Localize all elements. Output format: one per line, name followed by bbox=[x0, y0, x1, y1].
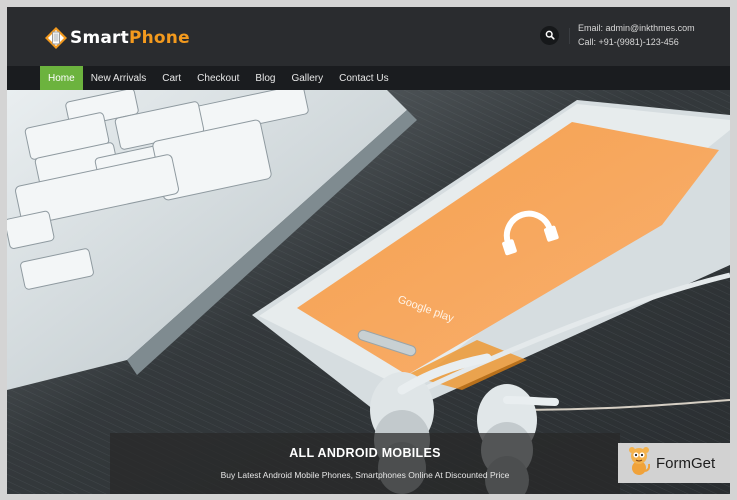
main-nav: Home New Arrivals Cart Checkout Blog Gal… bbox=[7, 66, 730, 90]
website-frame: SmartPhone Email: admin@inkthmes.com Cal… bbox=[7, 7, 730, 494]
hero-slider[interactable]: Google play ALL ANDROID MOBILES Buy Late… bbox=[7, 90, 730, 494]
logo-text-smart: Smart bbox=[70, 28, 129, 48]
logo-text-phone: Phone bbox=[128, 28, 190, 48]
search-button[interactable] bbox=[540, 26, 559, 45]
phone-logo-icon bbox=[45, 27, 67, 49]
formget-watermark: FormGet bbox=[618, 443, 730, 483]
nav-item-checkout[interactable]: Checkout bbox=[189, 66, 247, 90]
header-divider bbox=[569, 28, 570, 44]
logo-text: SmartPhone bbox=[70, 28, 190, 48]
contact-email[interactable]: Email: admin@inkthmes.com bbox=[578, 21, 695, 35]
nav-item-cart[interactable]: Cart bbox=[154, 66, 189, 90]
site-logo[interactable]: SmartPhone bbox=[45, 26, 190, 50]
site-header: SmartPhone Email: admin@inkthmes.com Cal… bbox=[7, 7, 730, 66]
contact-info: Email: admin@inkthmes.com Call: +91-(998… bbox=[578, 21, 695, 49]
search-icon bbox=[545, 27, 555, 45]
formget-mascot-icon bbox=[628, 446, 651, 481]
formget-label: FormGet bbox=[656, 454, 716, 472]
contact-phone[interactable]: Call: +91-(9981)-123-456 bbox=[578, 35, 695, 49]
nav-item-new-arrivals[interactable]: New Arrivals bbox=[83, 66, 155, 90]
hero-caption-subtitle: Buy Latest Android Mobile Phones, Smartp… bbox=[220, 470, 510, 480]
nav-item-gallery[interactable]: Gallery bbox=[283, 66, 331, 90]
nav-item-contact-us[interactable]: Contact Us bbox=[331, 66, 396, 90]
nav-item-blog[interactable]: Blog bbox=[247, 66, 283, 90]
nav-item-home[interactable]: Home bbox=[40, 66, 83, 90]
hero-caption: ALL ANDROID MOBILES Buy Latest Android M… bbox=[110, 433, 620, 494]
hero-caption-title: ALL ANDROID MOBILES bbox=[289, 446, 441, 460]
